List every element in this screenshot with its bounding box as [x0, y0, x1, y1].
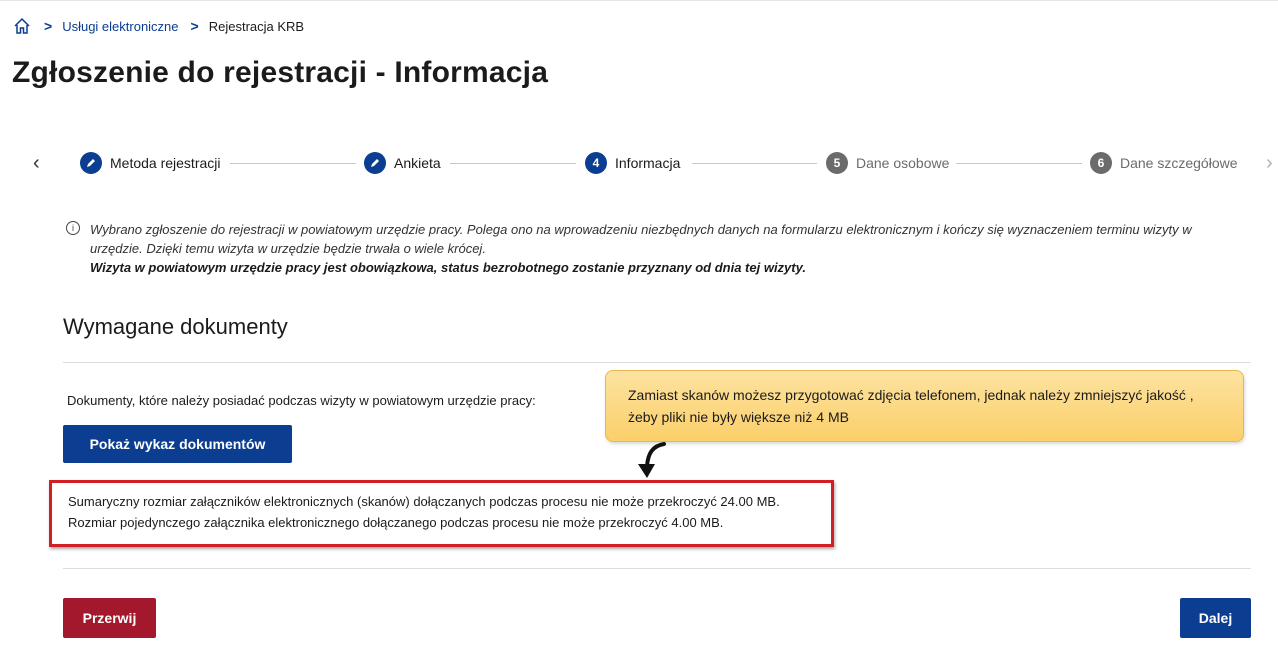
breadcrumb-current: Rejestracja KRB — [208, 18, 305, 34]
step-connector — [230, 163, 356, 164]
limit-single-text: Rozmiar pojedynczego załącznika elektron… — [68, 515, 724, 530]
step-connector — [450, 163, 576, 164]
divider — [63, 362, 1251, 363]
chevron-right-icon: > — [44, 18, 53, 34]
step-metoda-rejestracji[interactable]: Metoda rejestracji — [80, 150, 221, 176]
cancel-button[interactable]: Przerwij — [63, 598, 156, 638]
docs-description: Dokumenty, które należy posiadać podczas… — [67, 393, 536, 408]
pencil-icon — [80, 152, 102, 174]
step-label: Metoda rejestracji — [110, 155, 221, 171]
home-icon[interactable] — [12, 16, 32, 36]
divider — [63, 568, 1251, 569]
breadcrumb: > Usługi elektroniczne > Rejestracja KRB — [12, 16, 304, 36]
pencil-icon — [364, 152, 386, 174]
attachment-limits-box: Sumaryczny rozmiar załączników elektroni… — [49, 480, 834, 547]
info-bold-text: Wizyta w powiatowym urzędzie pracy jest … — [90, 260, 806, 275]
info-icon: i — [66, 221, 80, 235]
step-label: Dane szczegółowe — [1120, 155, 1238, 171]
tip-callout: Zamiast skanów możesz przygotować zdjęci… — [605, 370, 1244, 442]
breadcrumb-link-uslugi[interactable]: Usługi elektroniczne — [62, 19, 178, 34]
step-label: Ankieta — [394, 155, 441, 171]
step-connector — [692, 163, 817, 164]
chevron-right-icon: > — [190, 18, 199, 34]
next-button[interactable]: Dalej — [1180, 598, 1251, 638]
top-divider — [0, 0, 1278, 1]
show-documents-button[interactable]: Pokaż wykaz dokumentów — [63, 425, 292, 463]
chevron-right-icon[interactable]: › — [1266, 152, 1273, 175]
chevron-left-icon[interactable]: ‹ — [33, 152, 40, 175]
step-dane-osobowe[interactable]: 5 Dane osobowe — [826, 150, 949, 176]
step-number: 4 — [585, 152, 607, 174]
info-notice: i Wybrano zgłoszenie do rejestracji w po… — [66, 220, 1238, 277]
step-label: Dane osobowe — [856, 155, 950, 171]
step-dane-szczegolowe[interactable]: 6 Dane szczegółowe — [1090, 150, 1238, 176]
step-label: Informacja — [615, 155, 681, 171]
limit-total-text: Sumaryczny rozmiar załączników elektroni… — [68, 494, 780, 509]
step-number: 6 — [1090, 152, 1112, 174]
step-connector — [956, 163, 1082, 164]
info-text: Wybrano zgłoszenie do rejestracji w powi… — [90, 222, 1192, 256]
page-title: Zgłoszenie do rejestracji - Informacja — [12, 56, 549, 89]
stepper: ‹ Metoda rejestracji Ankieta 4 Informacj… — [0, 150, 1278, 180]
step-ankieta[interactable]: Ankieta — [364, 150, 441, 176]
step-informacja[interactable]: 4 Informacja — [585, 150, 680, 176]
step-number: 5 — [826, 152, 848, 174]
section-title: Wymagane dokumenty — [63, 314, 288, 339]
tip-callout-text: Zamiast skanów możesz przygotować zdjęci… — [628, 387, 1194, 425]
